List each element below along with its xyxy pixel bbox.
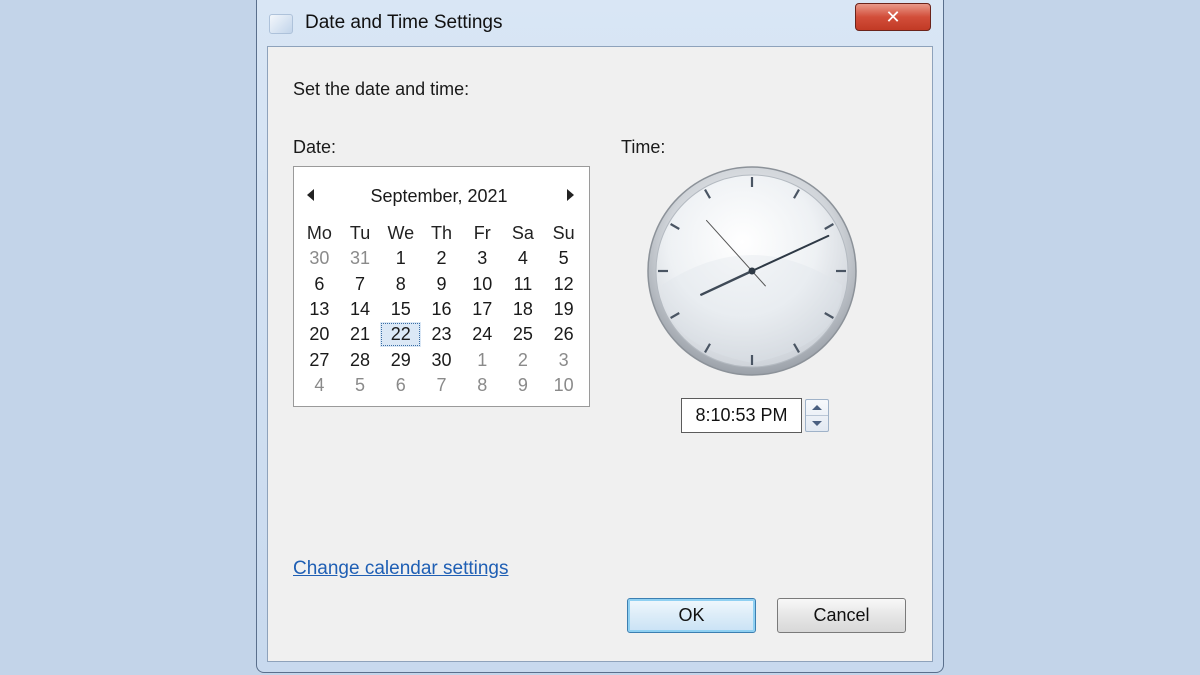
calendar-day[interactable]: 30	[421, 347, 462, 372]
date-label: Date:	[293, 137, 337, 157]
next-month-icon[interactable]	[567, 189, 574, 201]
weekday-header: Tu	[349, 223, 371, 244]
title-bar[interactable]: Date and Time Settings ✕	[257, 0, 943, 46]
calendar-day[interactable]: 15	[380, 297, 421, 322]
calendar-day[interactable]: 24	[462, 322, 503, 347]
calendar-day[interactable]: 13	[299, 297, 340, 322]
weekday-header: We	[387, 223, 415, 244]
calendar-day[interactable]: 29	[380, 347, 421, 372]
calendar-day[interactable]: 7	[340, 272, 381, 297]
calendar-day[interactable]: 27	[299, 347, 340, 372]
calendar-day[interactable]: 30	[299, 246, 340, 271]
calendar-day[interactable]: 8	[380, 272, 421, 297]
calendar-day[interactable]: 2	[421, 246, 462, 271]
close-icon: ✕	[885, 6, 901, 27]
time-label: Time:	[621, 137, 666, 157]
clock-face-icon	[647, 166, 857, 376]
calendar-day[interactable]: 19	[543, 297, 584, 322]
calendar-day[interactable]: 9	[421, 272, 462, 297]
calendar-day[interactable]: 9	[503, 373, 544, 398]
weekday-header: Sa	[511, 223, 534, 244]
weekday-header: Th	[430, 223, 452, 244]
calendar-day[interactable]: 21	[340, 322, 381, 347]
calendar-month-title[interactable]: September, 2021	[339, 186, 539, 207]
calendar-day[interactable]: 10	[543, 373, 584, 398]
calendar-day-selected[interactable]: 22	[380, 322, 422, 348]
time-input[interactable]	[681, 398, 802, 433]
window-title: Date and Time Settings	[305, 12, 503, 33]
calendar-day[interactable]: 23	[421, 322, 462, 347]
calendar: September, 2021 Mo Tu We Th Fr Sa Su 30 31 1 2 3 4 5 6…	[293, 166, 590, 407]
calendar-day[interactable]: 11	[503, 272, 544, 297]
ok-button[interactable]: OK	[627, 598, 756, 633]
calendar-day[interactable]: 28	[340, 347, 381, 372]
calendar-day[interactable]: 10	[462, 272, 503, 297]
analog-clock	[646, 165, 858, 377]
calendar-day[interactable]: 2	[503, 347, 544, 372]
calendar-day[interactable]: 3	[462, 246, 503, 271]
calendar-day[interactable]: 16	[421, 297, 462, 322]
calendar-day[interactable]: 6	[299, 272, 340, 297]
calendar-day[interactable]: 12	[543, 272, 584, 297]
window-icon	[269, 14, 293, 34]
weekday-header: Mo	[306, 223, 332, 244]
instruction-text: Set the date and time:	[293, 79, 470, 99]
date-time-dialog: Date and Time Settings ✕ Set the date an…	[256, 0, 944, 673]
calendar-day[interactable]: 14	[340, 297, 381, 322]
time-spinner	[805, 399, 829, 432]
calendar-day[interactable]: 25	[503, 322, 544, 347]
calendar-day[interactable]: 5	[543, 246, 584, 271]
calendar-day[interactable]: 18	[503, 297, 544, 322]
dialog-body: Set the date and time: Date: Time: Septe…	[267, 46, 933, 662]
arrow-down-icon	[812, 421, 822, 426]
time-increment-button[interactable]	[806, 400, 828, 416]
calendar-day[interactable]: 5	[340, 373, 381, 398]
calendar-day[interactable]: 31	[340, 246, 381, 271]
calendar-day[interactable]: 8	[462, 373, 503, 398]
calendar-grid: Mo Tu We Th Fr Sa Su 30 31 1 2 3 4 5 6 7 8 9 10 11 12 13 14 15 1…	[299, 221, 584, 398]
weekday-header: Fr	[473, 223, 491, 244]
clock-center-pin	[748, 267, 756, 275]
calendar-day[interactable]: 4	[299, 373, 340, 398]
calendar-day[interactable]: 20	[299, 322, 340, 347]
arrow-up-icon	[812, 405, 822, 410]
calendar-day[interactable]: 1	[380, 246, 421, 271]
close-button[interactable]: ✕	[855, 3, 931, 31]
calendar-day[interactable]: 4	[503, 246, 544, 271]
calendar-day[interactable]: 26	[543, 322, 584, 347]
change-calendar-settings-link[interactable]: Change calendar settings	[293, 558, 508, 580]
time-decrement-button[interactable]	[806, 416, 828, 431]
calendar-day[interactable]: 1	[462, 347, 503, 372]
calendar-day[interactable]: 6	[380, 373, 421, 398]
cancel-button[interactable]: Cancel	[777, 598, 906, 633]
weekday-header: Su	[552, 223, 575, 244]
calendar-day[interactable]: 7	[421, 373, 462, 398]
previous-month-icon[interactable]	[307, 189, 314, 201]
calendar-day[interactable]: 3	[543, 347, 584, 372]
calendar-day[interactable]: 17	[462, 297, 503, 322]
